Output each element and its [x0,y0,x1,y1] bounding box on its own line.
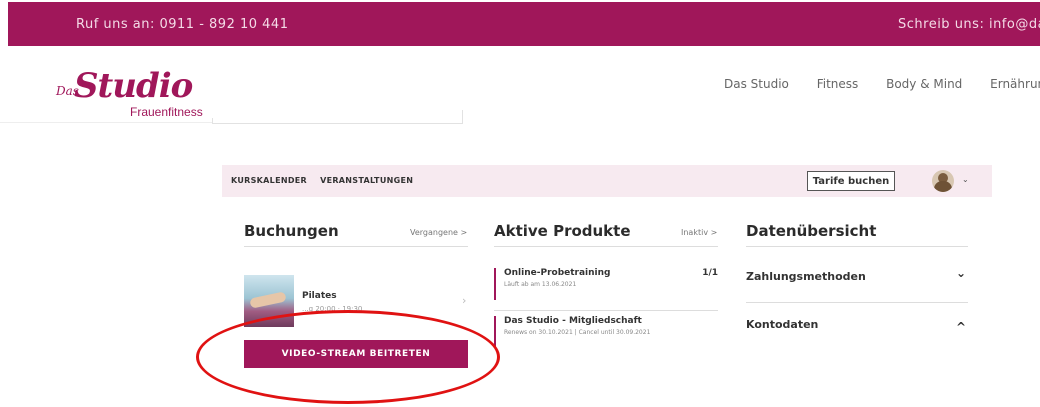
booking-title[interactable]: Pilates [302,291,337,301]
chevron-right-icon[interactable]: › [462,294,466,307]
left-gap [0,2,8,46]
vergangene-link[interactable]: Vergangene > [410,228,467,237]
subnav-links: KURSKALENDER VERANSTALTUNGEN [231,176,423,185]
kontodaten-accordion[interactable]: Kontodaten [746,318,818,331]
nav-item-fitness[interactable]: Fitness [817,77,859,91]
account-subnav: KURSKALENDER VERANSTALTUNGEN Tarife buch… [222,165,992,197]
nav-item-ernaehrung[interactable]: Ernährung [990,77,1040,91]
inaktiv-link[interactable]: Inaktiv > [681,228,717,237]
top-bar: Ruf uns an: 0911 - 892 10 441 Schreib un… [8,2,1040,46]
product-count: 1/1 [702,268,718,278]
divider [494,310,718,311]
main-nav: Das Studio Fitness Body & Mind Ernährung [724,77,1040,91]
product-sub: Renews on 30.10.2021 | Cancel until 30.0… [504,329,651,336]
avatar[interactable] [932,170,954,192]
header-divider [212,123,462,124]
divider [494,246,718,247]
nav-item-body-mind[interactable]: Body & Mind [886,77,962,91]
divider [244,246,468,247]
chevron-down-icon[interactable]: ⌄ [956,266,966,280]
logo-subtitle: Frauenfitness [130,105,203,119]
divider [746,246,968,247]
product-item[interactable]: Das Studio - Mitgliedschaft Renews on 30… [494,316,718,348]
aktive-produkte-title: Aktive Produkte [494,222,631,240]
product-sub: Läuft ab am 13.06.2021 [504,281,577,288]
tarife-buchen-button[interactable]: Tarife buchen [807,171,895,191]
chevron-down-icon[interactable]: ⌄ [962,175,969,184]
tab-veranstaltungen[interactable]: VERANSTALTUNGEN [320,176,413,185]
annotation-ellipse [196,310,500,404]
buchungen-title: Buchungen [244,222,339,240]
logo-studio: Studio [74,66,193,106]
tab-kurskalender[interactable]: KURSKALENDER [231,176,307,185]
phone-link[interactable]: Ruf uns an: 0911 - 892 10 441 [76,17,288,32]
email-link[interactable]: Schreib uns: info@das [898,17,1040,32]
product-title: Das Studio - Mitgliedschaft [504,316,642,326]
zahlungsmethoden-accordion[interactable]: Zahlungsmethoden [746,270,866,283]
nav-item-das-studio[interactable]: Das Studio [724,77,789,91]
chevron-up-icon[interactable]: ^ [956,320,966,334]
datenuebersicht-title: Datenübersicht [746,222,877,240]
header-divider [0,122,212,123]
product-title: Online-Probetraining [504,268,611,278]
logo[interactable]: Das Studio Frauenfitness [52,52,222,122]
product-item[interactable]: Online-Probetraining Läuft ab am 13.06.2… [494,268,718,300]
header-divider [462,110,463,124]
divider [746,302,968,303]
